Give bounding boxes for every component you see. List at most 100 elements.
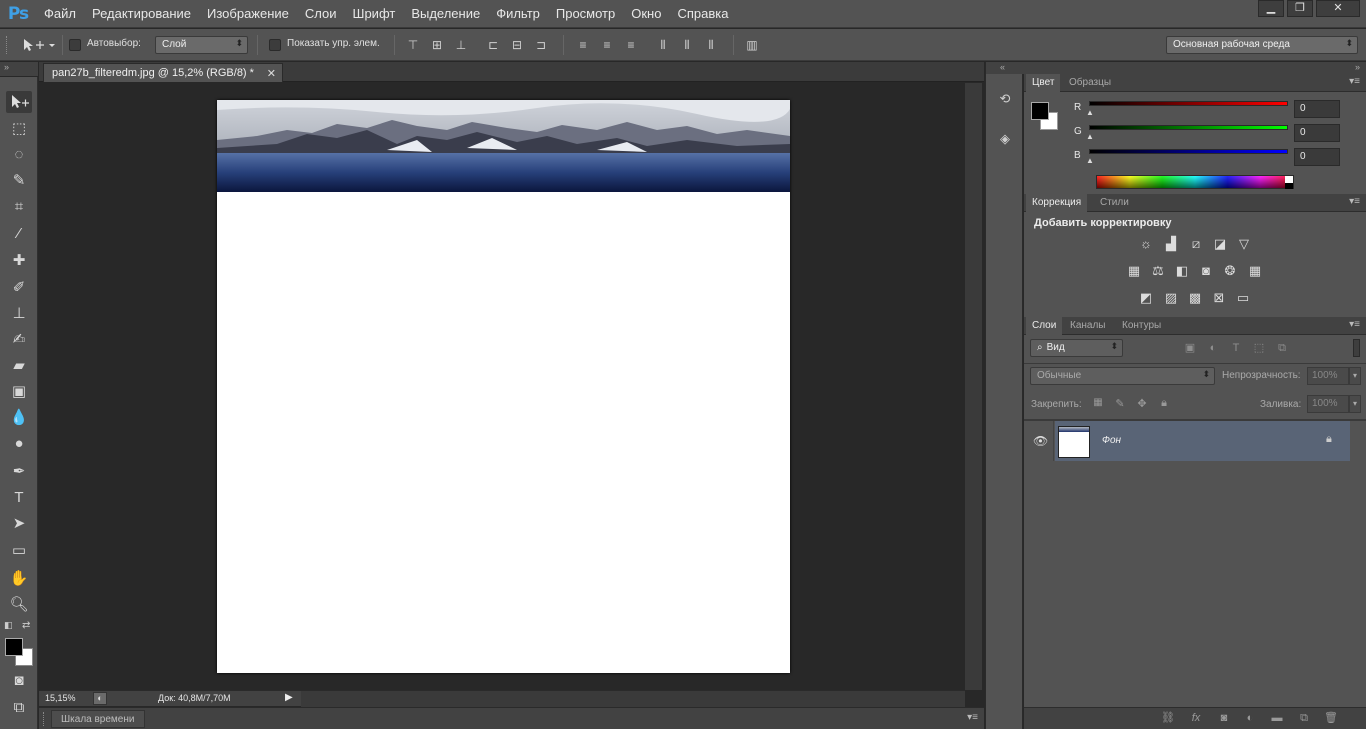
auto-align-icon[interactable]: ▥ <box>744 37 760 53</box>
strip-header[interactable]: « <box>986 62 1024 74</box>
align-left-icon[interactable]: ⊏ <box>485 37 501 53</box>
lock-all-icon[interactable]: 🔒︎ <box>1157 397 1171 411</box>
blue-slider-knob-icon[interactable]: ▲ <box>1086 156 1094 165</box>
close-tab-icon[interactable]: ✕ <box>267 67 276 80</box>
color-foreground-swatch[interactable] <box>1031 102 1049 120</box>
restore-button[interactable]: ❐ <box>1287 0 1313 17</box>
distribute-top-icon[interactable]: ≡ <box>575 37 591 53</box>
layer-row[interactable]: Фон 🔒︎ <box>1055 421 1350 461</box>
eraser-tool-icon[interactable]: ▰ <box>6 355 32 377</box>
green-value-input[interactable]: 0 <box>1294 124 1340 142</box>
opacity-input[interactable]: 100% <box>1307 367 1349 385</box>
panel-menu-icon[interactable]: ▾≡ <box>1349 76 1360 87</box>
channel-mixer-icon[interactable]: ❂ <box>1221 263 1239 279</box>
menu-window[interactable]: Окно <box>623 0 669 28</box>
color-lookup-icon[interactable]: ▦ <box>1246 263 1264 279</box>
screen-mode-icon[interactable]: ⧉ <box>6 697 32 719</box>
tools-panel-header[interactable]: » <box>0 62 38 76</box>
autoselect-dropdown[interactable]: Слой ⬍ <box>155 36 248 54</box>
color-balance-icon[interactable]: ⚖ <box>1149 263 1167 279</box>
tab-channels[interactable]: Каналы <box>1064 317 1112 335</box>
crop-tool-icon[interactable]: ⌗ <box>6 196 32 218</box>
brush-tool-icon[interactable]: ✐ <box>6 277 32 299</box>
options-grip[interactable] <box>6 36 10 54</box>
hand-tool-icon[interactable]: ✋ <box>6 568 32 590</box>
filter-adjustment-icon[interactable]: ◐ <box>1206 341 1220 355</box>
panel-menu-icon[interactable]: ▾≡ <box>967 712 978 723</box>
zoom-level[interactable]: 15,15% <box>45 693 76 703</box>
show-transform-checkbox[interactable] <box>269 39 281 51</box>
filter-smart-object-icon[interactable]: ⧉ <box>1275 341 1289 355</box>
close-button[interactable]: ✕ <box>1316 0 1360 17</box>
lock-pixels-icon[interactable]: ✎ <box>1113 397 1127 411</box>
image-canvas[interactable] <box>217 100 790 673</box>
history-panel-icon[interactable]: ⟲ <box>994 88 1016 110</box>
document-tab[interactable]: pan27b_filteredm.jpg @ 15,2% (RGB/8) * ✕ <box>43 63 283 82</box>
vibrance-icon[interactable]: ▽ <box>1235 236 1253 252</box>
green-slider[interactable] <box>1089 125 1288 130</box>
posterize-icon[interactable]: ▨ <box>1162 290 1180 306</box>
align-right-icon[interactable]: ⊐ <box>533 37 549 53</box>
rectangle-tool-icon[interactable]: ▭ <box>6 540 32 562</box>
new-layer-icon[interactable]: ⧉ <box>1296 710 1312 726</box>
lock-position-icon[interactable]: ✥ <box>1135 397 1149 411</box>
align-vcenter-icon[interactable]: ⊞ <box>429 37 445 53</box>
tab-layers[interactable]: Слои <box>1026 317 1063 335</box>
timeline-tab[interactable]: Шкала времени <box>51 710 145 728</box>
distribute-right-icon[interactable]: ⫴ <box>703 37 719 53</box>
link-layers-icon[interactable]: ⛓ <box>1160 710 1176 726</box>
menu-file[interactable]: Файл <box>36 0 84 28</box>
levels-icon[interactable]: ▟ <box>1162 236 1180 252</box>
panel-menu-icon[interactable]: ▾≡ <box>1349 319 1360 330</box>
gradient-tool-icon[interactable]: ▣ <box>6 381 32 403</box>
filter-type-icon[interactable]: T <box>1229 341 1243 355</box>
clone-stamp-tool-icon[interactable]: ⊥ <box>6 303 32 325</box>
layer-style-icon[interactable]: fx <box>1188 710 1204 726</box>
brightness-contrast-icon[interactable]: ☼ <box>1137 236 1155 252</box>
dodge-tool-icon[interactable]: ● <box>6 433 32 455</box>
opacity-chevron-icon[interactable]: ▾ <box>1349 367 1361 385</box>
blur-tool-icon[interactable]: 💧 <box>6 407 32 429</box>
menu-image[interactable]: Изображение <box>199 0 297 28</box>
quick-selection-tool-icon[interactable]: ✎ <box>6 170 32 192</box>
menu-edit[interactable]: Редактирование <box>84 0 199 28</box>
color-spectrum-bar[interactable] <box>1096 175 1294 189</box>
tab-swatches[interactable]: Образцы <box>1063 74 1117 92</box>
move-tool-icon[interactable] <box>6 91 32 113</box>
layer-filter-dropdown[interactable]: ⌕ Вид ⬍ <box>1030 339 1123 357</box>
new-group-icon[interactable]: ▬ <box>1269 710 1285 726</box>
menu-layers[interactable]: Слои <box>297 0 345 28</box>
healing-brush-tool-icon[interactable]: ✚ <box>6 250 32 272</box>
filter-pixel-icon[interactable]: ▣ <box>1183 341 1197 355</box>
align-hcenter-icon[interactable]: ⊟ <box>509 37 525 53</box>
menu-help[interactable]: Справка <box>669 0 736 28</box>
type-tool-icon[interactable]: T <box>6 487 32 509</box>
distribute-hcenter-icon[interactable]: ⫴ <box>679 37 695 53</box>
tab-color[interactable]: Цвет <box>1026 74 1061 92</box>
blue-slider[interactable] <box>1089 149 1288 154</box>
red-slider-knob-icon[interactable]: ▲ <box>1086 108 1094 117</box>
photo-filter-icon[interactable]: ◙ <box>1197 263 1215 279</box>
distribute-vcenter-icon[interactable]: ≡ <box>599 37 615 53</box>
foreground-color-swatch[interactable] <box>5 638 23 656</box>
tab-styles[interactable]: Стили <box>1094 194 1135 212</box>
minimize-button[interactable]: ▁ <box>1258 0 1284 17</box>
delete-layer-icon[interactable]: 🗑︎ <box>1323 710 1339 726</box>
panel-menu-icon[interactable]: ▾≡ <box>1349 196 1360 207</box>
red-value-input[interactable]: 0 <box>1294 100 1340 118</box>
hue-saturation-icon[interactable]: ▦ <box>1125 263 1143 279</box>
status-menu-arrow-icon[interactable]: ▶ <box>285 692 297 705</box>
invert-icon[interactable]: ◩ <box>1137 290 1155 306</box>
workspace-dropdown[interactable]: Основная рабочая среда ⬍ <box>1166 36 1358 54</box>
tab-paths[interactable]: Контуры <box>1116 317 1167 335</box>
layer-visibility-toggle[interactable]: 👁︎ <box>1026 421 1054 461</box>
lock-transparent-icon[interactable]: ▦ <box>1091 397 1105 411</box>
tab-adjustments[interactable]: Коррекция <box>1026 194 1088 212</box>
marquee-tool-icon[interactable]: ⬚ <box>6 118 32 140</box>
swap-colors-icon[interactable]: ⇄ <box>22 620 34 632</box>
pen-tool-icon[interactable]: ✒ <box>6 461 32 483</box>
align-top-icon[interactable]: ⊤ <box>405 37 421 53</box>
filter-toggle[interactable] <box>1353 339 1360 357</box>
curves-icon[interactable]: ⧄ <box>1187 236 1205 252</box>
selective-color-icon[interactable]: ⊠ <box>1210 290 1228 306</box>
